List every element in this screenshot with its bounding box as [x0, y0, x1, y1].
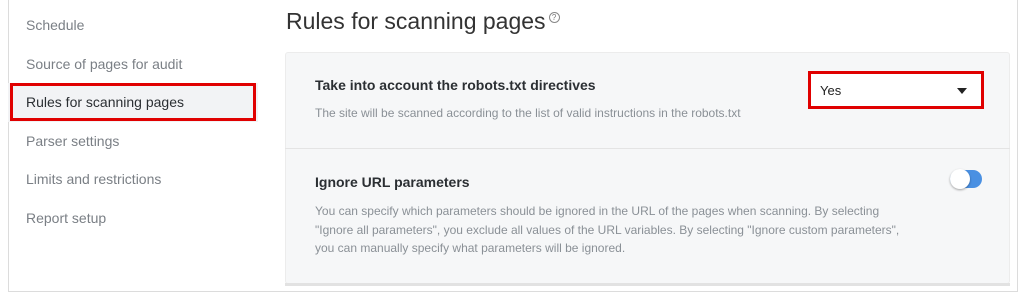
sidebar-item-schedule[interactable]: Schedule — [8, 6, 258, 45]
sidebar-item-report-setup[interactable]: Report setup — [8, 199, 258, 238]
robots-select[interactable]: Yes — [808, 71, 984, 109]
page-title-text: Rules for scanning pages — [286, 8, 546, 34]
url-params-description-line: You can specify which parameters should … — [315, 204, 880, 218]
sidebar-item-parser-settings[interactable]: Parser settings — [8, 122, 258, 161]
help-circle-icon[interactable]: ? — [548, 12, 560, 24]
toggle-knob — [950, 169, 970, 189]
robots-setting-description: The site will be scanned according to th… — [315, 106, 741, 120]
settings-sidebar: Schedule Source of pages for audit Rules… — [8, 6, 258, 237]
sidebar-item-source-of-pages[interactable]: Source of pages for audit — [8, 45, 258, 84]
url-params-setting-description: You can specify which parameters should … — [315, 202, 899, 258]
row-divider — [285, 148, 1010, 149]
url-params-description-line: "Ignore all parameters", you exclude all… — [315, 222, 900, 237]
caret-down-icon — [957, 88, 967, 94]
robots-select-value: Yes — [820, 83, 842, 98]
url-params-setting-title: Ignore URL parameters — [315, 174, 470, 190]
sidebar-item-rules-for-scanning[interactable]: Rules for scanning pages — [8, 83, 258, 122]
robots-setting-title: Take into account the robots.txt directi… — [315, 77, 596, 93]
page-title: Rules for scanning pages? — [286, 8, 560, 35]
sidebar-item-limits[interactable]: Limits and restrictions — [8, 160, 258, 199]
url-params-description-line: you can manually specify what parameters… — [315, 241, 626, 255]
panel-bottom-edge — [285, 283, 1010, 286]
ignore-url-params-toggle[interactable] — [950, 169, 982, 189]
